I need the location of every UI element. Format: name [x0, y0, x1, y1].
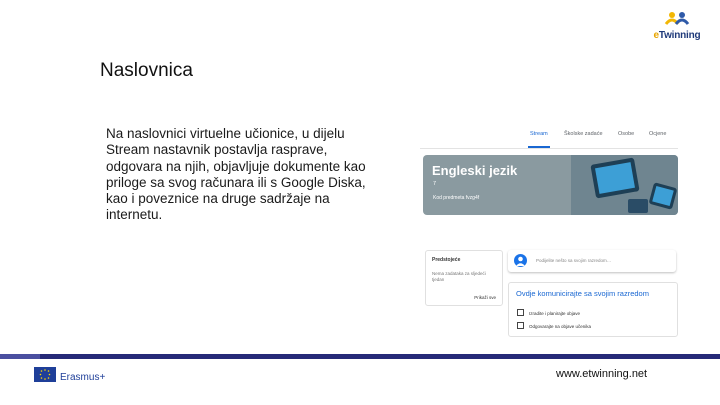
footer-band [0, 354, 720, 359]
tab-grades[interactable]: Ocjene [649, 131, 666, 137]
reply-icon [517, 322, 524, 329]
view-all-link[interactable]: Prikaži sve [474, 295, 496, 300]
avatar [514, 254, 527, 267]
upcoming-card: Predstojeće Nema zadataka za sljedeći tj… [425, 250, 503, 306]
communicate-item: Izradite i planirajte objave [517, 309, 580, 316]
tab-people[interactable]: Osobe [618, 131, 634, 137]
upcoming-text: Nema zadataka za sljedeći tjedan [432, 271, 486, 282]
communicate-item: Odgovarajte na objave učenika [517, 322, 591, 329]
classroom-tabs: Stream Školske zadaće Osobe Ocjene [420, 122, 678, 149]
website-url: www.etwinning.net [556, 368, 648, 380]
class-banner: Engleski jezik 7 Kod predmeta fvzg4f [423, 155, 678, 215]
classroom-screenshot: Stream Školske zadaće Osobe Ocjene Engle… [420, 122, 678, 337]
active-tab-indicator [528, 146, 550, 148]
class-code: Kod predmeta fvzg4f [433, 195, 480, 201]
etwinning-logo: eTwinning [650, 10, 704, 44]
eu-flag-icon [34, 367, 56, 382]
body-text: Na naslovnici virtuelne učionice, u dije… [106, 126, 366, 223]
post-icon [517, 309, 524, 316]
class-title: Engleski jezik [432, 163, 518, 178]
user-icon [516, 256, 525, 266]
tab-stream[interactable]: Stream [530, 131, 548, 137]
share-with-class-box[interactable]: Podijelite nešto sa svojim razredom… [508, 250, 676, 272]
tab-assignments[interactable]: Školske zadaće [564, 131, 603, 137]
logo-text: eTwinning [653, 30, 701, 41]
upcoming-title: Predstojeće [432, 257, 461, 263]
class-section: 7 [433, 181, 437, 187]
etwinning-figures-icon [664, 12, 690, 25]
erasmus-logo-text: Erasmus+ [60, 372, 106, 383]
share-placeholder: Podijelite nešto sa svojim razredom… [536, 258, 612, 263]
communicate-title: Ovdje komunicirajte sa svojim razredom [516, 289, 649, 298]
page-title: Naslovnica [100, 60, 193, 81]
communicate-card: Ovdje komunicirajte sa svojim razredom I… [508, 282, 678, 337]
